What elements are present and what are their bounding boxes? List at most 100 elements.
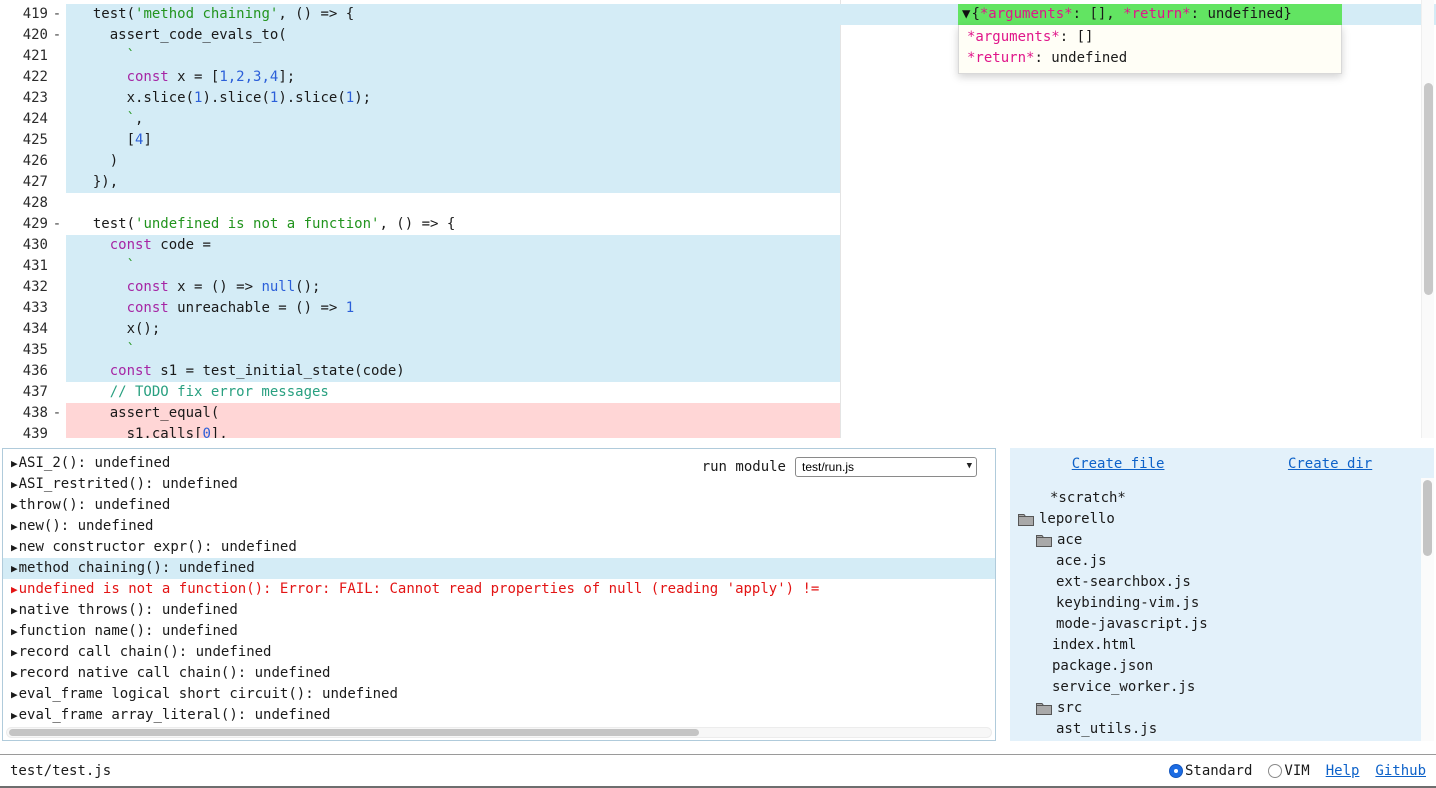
test-result-row[interactable]: ▶function name(): undefined (3, 621, 995, 642)
test-result-row[interactable]: ▶undefined is not a function(): Error: F… (3, 579, 995, 600)
tree-item-keybinding-vim-js[interactable]: keybinding-vim.js (1010, 593, 1434, 614)
test-result-row[interactable]: ▶eval_frame logical short circuit(): und… (3, 684, 995, 705)
expand-triangle-icon[interactable]: ▶ (11, 474, 18, 495)
expand-triangle-icon[interactable]: ▶ (11, 516, 18, 537)
line-number-gutter: 422 (0, 67, 66, 88)
tree-item-index-html[interactable]: index.html (1010, 635, 1434, 656)
code-line[interactable]: 430 const code = (0, 235, 1436, 256)
radio-vim-icon[interactable] (1268, 764, 1282, 778)
code-line[interactable]: 423 x.slice(1).slice(1).slice(1); (0, 88, 1436, 109)
test-result-row[interactable]: ▶record call chain(): undefined (3, 642, 995, 663)
fold-marker-icon[interactable]: - (48, 403, 66, 424)
fold-spacer (48, 235, 66, 256)
code-token: ); (354, 90, 371, 106)
code-token: x.slice( (76, 90, 194, 106)
code-line[interactable]: 428 (0, 193, 1436, 214)
code-token: test( (76, 216, 135, 232)
code-editor[interactable]: 419- test('method chaining', () => {420-… (0, 0, 1436, 438)
value-row[interactable]: *arguments*: [] (967, 27, 1341, 48)
module-select[interactable]: test/run.js (795, 457, 977, 477)
code-line[interactable]: 429- test('undefined is not a function',… (0, 214, 1436, 235)
tree-item-mode-javascript-js[interactable]: mode-javascript.js (1010, 614, 1434, 635)
line-number-gutter: 424 (0, 109, 66, 130)
tree-item-ast-utils-js[interactable]: ast_utils.js (1010, 719, 1434, 740)
test-result-text: record native call chain(): undefined (19, 665, 331, 681)
create-dir-link[interactable]: Create dir (1288, 456, 1372, 478)
code-line[interactable]: 433 const unreachable = () => 1 (0, 298, 1436, 319)
expand-triangle-icon[interactable]: ▶ (11, 621, 18, 642)
code-line[interactable]: 435 ` (0, 340, 1436, 361)
expand-triangle-icon[interactable]: ▶ (11, 705, 18, 726)
test-result-row[interactable]: ▶eval_frame array_literal(): undefined (3, 705, 995, 726)
tree-item-service-worker-js[interactable]: service_worker.js (1010, 677, 1434, 698)
expand-triangle-icon[interactable]: ▶ (11, 600, 18, 621)
file-tree-scrollbar-thumb[interactable] (1423, 480, 1432, 556)
test-result-row[interactable]: ▶throw(): undefined (3, 495, 995, 516)
tree-item-package-json[interactable]: package.json (1010, 656, 1434, 677)
code-line[interactable]: 426 ) (0, 151, 1436, 172)
fold-marker-icon[interactable]: - (48, 214, 66, 235)
fold-marker-icon[interactable]: - (48, 4, 66, 25)
keybinding-option-standard[interactable]: Standard (1169, 763, 1252, 779)
line-number: 439 (0, 424, 48, 438)
status-link-help[interactable]: Help (1326, 763, 1360, 779)
tree-item-ext-searchbox-js[interactable]: ext-searchbox.js (1010, 572, 1434, 593)
keybinding-label: Standard (1185, 763, 1252, 779)
code-token: assert_code_evals_to( (76, 27, 287, 43)
code-token: x = () => (169, 279, 262, 295)
status-link-github[interactable]: Github (1375, 763, 1426, 779)
test-result-row[interactable]: ▶native throws(): undefined (3, 600, 995, 621)
create-file-link[interactable]: Create file (1072, 456, 1165, 478)
tree-item-ace[interactable]: ace (1010, 530, 1434, 551)
code-text: assert_equal( (66, 403, 1436, 424)
code-token: 1,2,3,4 (219, 69, 278, 85)
line-number-gutter: 429- (0, 214, 66, 235)
tree-item-src[interactable]: src (1010, 698, 1434, 719)
expand-triangle-icon[interactable]: ▶ (11, 495, 18, 516)
collapse-triangle-icon[interactable]: ▼ (962, 6, 970, 22)
test-result-row[interactable]: ▶record native call chain(): undefined (3, 663, 995, 684)
code-line[interactable]: 439 s1.calls[0], (0, 424, 1436, 438)
editor-scrollbar-thumb[interactable] (1424, 83, 1433, 295)
code-line[interactable]: 432 const x = () => null(); (0, 277, 1436, 298)
expand-triangle-icon[interactable]: ▶ (11, 537, 18, 558)
tree-item-scratch[interactable]: *scratch* (1010, 488, 1434, 509)
value-row[interactable]: *return*: undefined (967, 48, 1341, 69)
console-horizontal-scrollbar-thumb[interactable] (9, 729, 699, 736)
radio-standard-icon[interactable] (1169, 764, 1183, 778)
expand-triangle-icon[interactable]: ▶ (11, 453, 18, 474)
code-text: ` (66, 340, 1436, 361)
code-line[interactable]: 434 x(); (0, 319, 1436, 340)
fold-spacer (48, 361, 66, 382)
expand-triangle-icon[interactable]: ▶ (11, 663, 18, 684)
console-horizontal-scrollbar[interactable] (6, 727, 992, 738)
code-text: test('undefined is not a function', () =… (66, 214, 1436, 235)
expand-triangle-icon[interactable]: ▶ (11, 558, 18, 579)
code-line[interactable]: 436 const s1 = test_initial_state(code) (0, 361, 1436, 382)
tree-item-label: keybinding-vim.js (1056, 593, 1199, 614)
test-result-row[interactable]: ▶new constructor expr(): undefined (3, 537, 995, 558)
code-line[interactable]: 427 }), (0, 172, 1436, 193)
tree-item-ace-js[interactable]: ace.js (1010, 551, 1434, 572)
value-tooltip-header[interactable]: ▼{*arguments*: [], *return*: undefined} (958, 4, 1342, 25)
file-tree-scrollbar[interactable] (1421, 478, 1434, 741)
code-line[interactable]: 425 [4] (0, 130, 1436, 151)
code-line[interactable]: 437 // TODO fix error messages (0, 382, 1436, 403)
code-token: *return* (967, 50, 1034, 66)
code-line[interactable]: 431 ` (0, 256, 1436, 277)
code-line[interactable]: 424 `, (0, 109, 1436, 130)
expand-triangle-icon[interactable]: ▶ (11, 684, 18, 705)
editor-scrollbar[interactable] (1421, 0, 1434, 438)
fold-spacer (48, 67, 66, 88)
expand-triangle-icon[interactable]: ▶ (11, 642, 18, 663)
tree-item-leporello[interactable]: leporello (1010, 509, 1434, 530)
tree-item-label: index.html (1052, 635, 1136, 656)
code-token: *arguments* (967, 29, 1060, 45)
fold-marker-icon[interactable]: - (48, 25, 66, 46)
test-result-row[interactable]: ▶ASI_restrited(): undefined (3, 474, 995, 495)
expand-triangle-icon[interactable]: ▶ (11, 579, 18, 600)
test-result-row[interactable]: ▶new(): undefined (3, 516, 995, 537)
keybinding-option-vim[interactable]: VIM (1268, 763, 1309, 779)
test-result-row[interactable]: ▶method chaining(): undefined (3, 558, 995, 579)
code-line[interactable]: 438- assert_equal( (0, 403, 1436, 424)
